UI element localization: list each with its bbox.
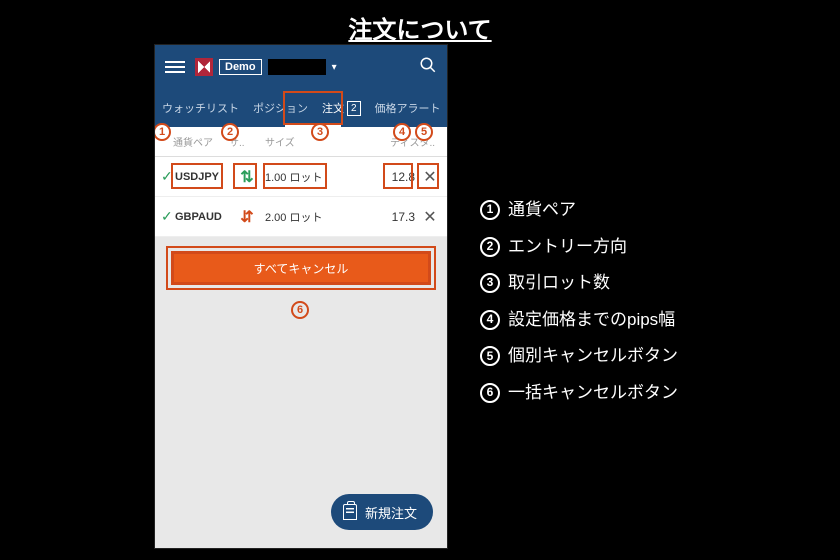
legend-text: 個別キャンセルボタン	[508, 338, 678, 375]
search-icon[interactable]	[419, 56, 437, 79]
legend-item: 2 エントリー方向	[480, 229, 678, 266]
account-dropdown-icon[interactable]: ▾	[332, 62, 337, 73]
menu-icon[interactable]	[165, 61, 185, 73]
tab-orders-label: 注文	[322, 100, 344, 116]
legend-item: 4 設定価格までのpips幅	[480, 302, 678, 339]
legend-num: 2	[480, 237, 500, 257]
callout-5: 5	[415, 123, 433, 141]
legend-num: 4	[480, 310, 500, 330]
tab-orders-count: 2	[347, 101, 361, 116]
row-pair: GBPAUD	[175, 211, 229, 223]
legend-text: 取引ロット数	[508, 265, 610, 302]
callout-4: 4	[393, 123, 411, 141]
row-pair: USDJPY	[175, 171, 229, 183]
row-cancel-button[interactable]: ✕	[421, 167, 439, 187]
cancel-all-button[interactable]: すべてキャンセル	[171, 251, 431, 285]
legend-item: 6 一括キャンセルボタン	[480, 375, 678, 412]
page-title: 注文について	[0, 0, 840, 45]
account-selector[interactable]	[268, 59, 326, 75]
callout-1: 1	[155, 123, 171, 141]
row-distance: 17.3	[335, 210, 421, 224]
new-order-button[interactable]: 新規注文	[331, 494, 433, 530]
legend-text: エントリー方向	[508, 229, 627, 266]
legend-text: 通貨ペア	[508, 192, 576, 229]
legend-item: 1 通貨ペア	[480, 192, 678, 229]
row-distance: 12.8	[335, 170, 421, 184]
row-cancel-button[interactable]: ✕	[421, 207, 439, 227]
arrow-up-icon: ⇅	[240, 167, 253, 187]
legend-num: 3	[480, 273, 500, 293]
legend-num: 1	[480, 200, 500, 220]
legend-text: 一括キャンセルボタン	[508, 375, 678, 412]
row-direction: ⇵	[229, 207, 265, 227]
order-row[interactable]: ✓ GBPAUD ⇵ 2.00 ロット 17.3 ✕	[155, 197, 447, 237]
arrow-down-icon: ⇵	[240, 207, 253, 227]
app-screenshot: Demo ▾ ウォッチリスト ポジション 注文 2 価格アラート 履歴 通貨ペア…	[155, 45, 447, 548]
legend: 1 通貨ペア 2 エントリー方向 3 取引ロット数 4 設定価格までのpips幅 5 個別…	[480, 192, 678, 411]
callout-3: 3	[311, 123, 329, 141]
legend-item: 3 取引ロット数	[480, 265, 678, 302]
row-direction: ⇅	[229, 167, 265, 187]
tab-orders[interactable]: 注文 2	[315, 89, 368, 127]
callout-6: 6	[291, 301, 309, 319]
app-header: Demo ▾	[155, 45, 447, 89]
legend-text: 設定価格までのpips幅	[508, 302, 675, 339]
order-row[interactable]: ✓ USDJPY ⇅ 1.00 ロット 12.8 ✕	[155, 157, 447, 197]
col-pair: 通貨ペア	[173, 134, 229, 149]
tab-bar: ウォッチリスト ポジション 注文 2 価格アラート 履歴	[155, 89, 447, 127]
app-logo-icon	[195, 58, 213, 76]
legend-num: 6	[480, 383, 500, 403]
tab-positions[interactable]: ポジション	[246, 89, 315, 127]
new-order-label: 新規注文	[365, 503, 417, 522]
check-icon: ✓	[161, 208, 175, 225]
tab-watchlist[interactable]: ウォッチリスト	[155, 89, 246, 127]
callout-2: 2	[221, 123, 239, 141]
row-size: 1.00 ロット	[265, 169, 335, 185]
legend-num: 5	[480, 346, 500, 366]
check-icon: ✓	[161, 168, 175, 185]
clipboard-icon	[343, 504, 357, 520]
demo-badge: Demo	[219, 59, 262, 75]
order-list-header: 通貨ペア サ.. サイズ ディスタ.. 1 2 3 4 5	[155, 127, 447, 157]
tab-price-alerts[interactable]: 価格アラート	[368, 89, 447, 127]
legend-item: 5 個別キャンセルボタン	[480, 338, 678, 375]
row-size: 2.00 ロット	[265, 209, 335, 225]
